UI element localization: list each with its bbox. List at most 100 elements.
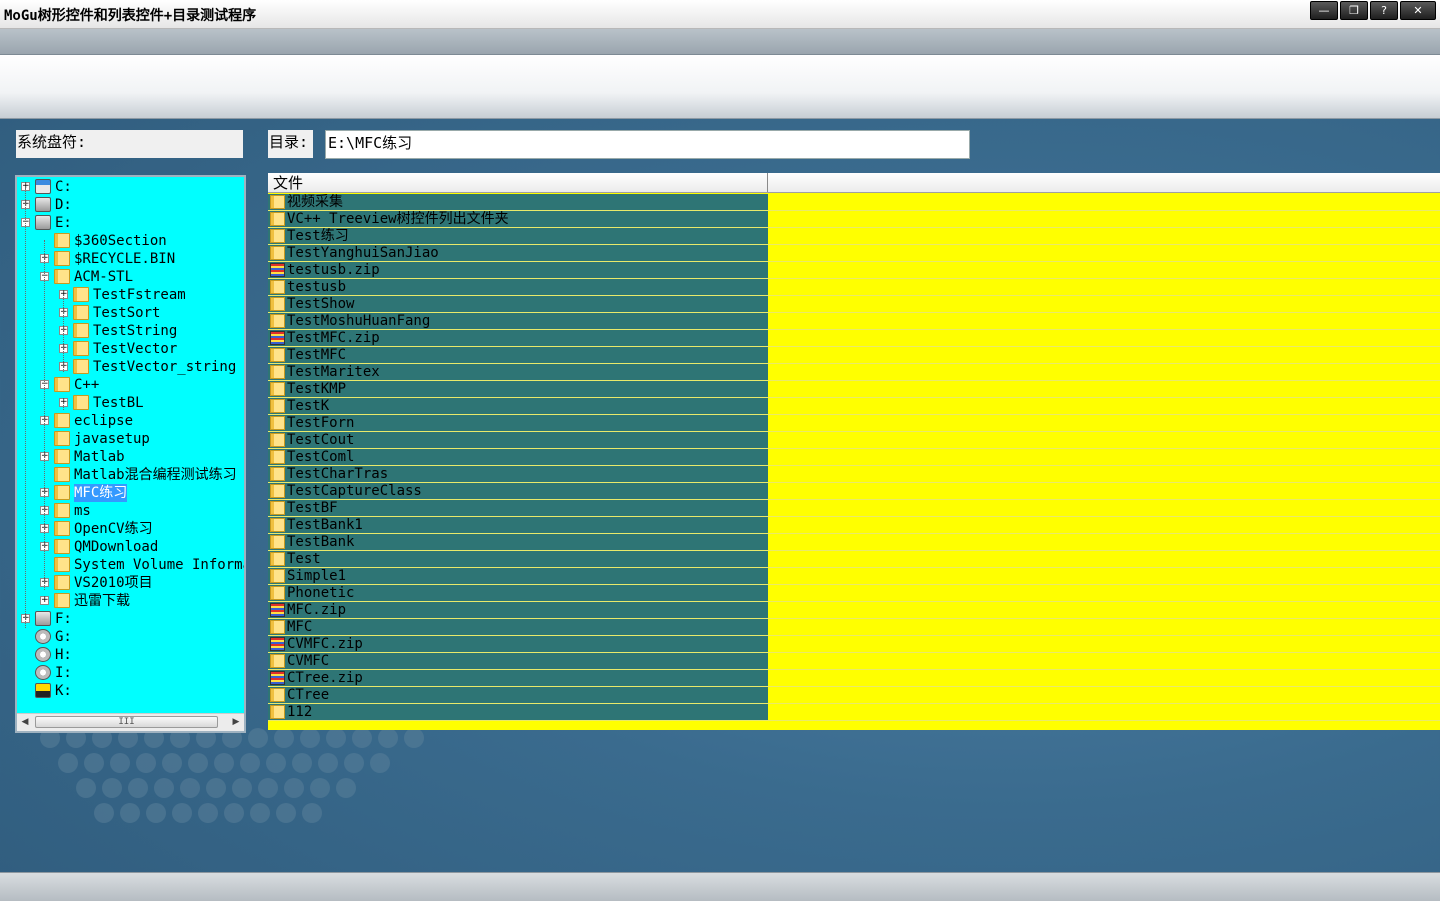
tree-item[interactable]: I: bbox=[17, 664, 244, 682]
tree-item[interactable]: + TestVector_string bbox=[17, 358, 244, 376]
list-item[interactable]: CVMFC bbox=[268, 653, 1440, 670]
expand-icon[interactable]: + bbox=[40, 596, 49, 605]
decorative-dot bbox=[232, 778, 252, 798]
tree-item[interactable]: $360Section bbox=[17, 232, 244, 250]
list-item[interactable]: VC++ Treeview树控件列出文件夹 bbox=[268, 211, 1440, 228]
tree-item[interactable]: + TestVector bbox=[17, 340, 244, 358]
file-name-cell: CVMFC.zip bbox=[268, 636, 768, 652]
tree-item[interactable]: System Volume Information bbox=[17, 556, 244, 574]
list-item[interactable]: TestKMP bbox=[268, 381, 1440, 398]
list-item[interactable]: TestBF bbox=[268, 500, 1440, 517]
file-name: TestCout bbox=[287, 432, 355, 448]
scroll-left-arrow-icon[interactable]: ◀ bbox=[18, 715, 32, 729]
tree-item[interactable]: + VS2010项目 bbox=[17, 574, 244, 592]
list-item[interactable]: Test bbox=[268, 551, 1440, 568]
directory-input[interactable]: E:\MFC练习 bbox=[325, 130, 970, 159]
list-item[interactable]: TestK bbox=[268, 398, 1440, 415]
list-item[interactable]: CTree.zip bbox=[268, 670, 1440, 687]
list-item[interactable]: Test练习 bbox=[268, 228, 1440, 245]
list-item[interactable]: CTree bbox=[268, 687, 1440, 704]
tree-item[interactable]: + TestSort bbox=[17, 304, 244, 322]
close-button[interactable]: ✕ bbox=[1400, 1, 1436, 20]
file-name-cell: CTree.zip bbox=[268, 670, 768, 686]
list-item[interactable]: testusb.zip bbox=[268, 262, 1440, 279]
list-item[interactable]: TestMaritex bbox=[268, 364, 1440, 381]
tree-item[interactable]: + 迅雷下载 bbox=[17, 592, 244, 610]
tree-item-label: TestFstream bbox=[93, 287, 186, 303]
cd-drive-icon bbox=[35, 629, 51, 644]
tree-item[interactable]: + C: bbox=[17, 178, 244, 196]
list-item[interactable]: TestCharTras bbox=[268, 466, 1440, 483]
tree-item[interactable]: + QMDownload bbox=[17, 538, 244, 556]
list-item[interactable]: TestYanghuiSanJiao bbox=[268, 245, 1440, 262]
tree-item[interactable]: + MFC练习 bbox=[17, 484, 244, 502]
file-name: TestMFC bbox=[287, 347, 347, 363]
tree-item-label: Matlab混合编程测试练习 bbox=[74, 467, 237, 483]
file-name-cell: TestMFC.zip bbox=[268, 330, 768, 346]
tree-item[interactable]: + TestString bbox=[17, 322, 244, 340]
list-item[interactable]: 112 bbox=[268, 704, 1440, 721]
list-item[interactable]: TestBank1 bbox=[268, 517, 1440, 534]
list-item[interactable]: CVMFC.zip bbox=[268, 636, 1440, 653]
list-item[interactable]: TestForn bbox=[268, 415, 1440, 432]
list-item[interactable]: MFC.zip bbox=[268, 602, 1440, 619]
folder-tree[interactable]: + C: + D: − E: $360Section + $RECYCLE.BIN − ACM-ST… bbox=[15, 175, 246, 733]
list-item[interactable]: TestShow bbox=[268, 296, 1440, 313]
file-name-cell: TestMoshuHuanFang bbox=[268, 313, 768, 329]
tree-item[interactable]: + eclipse bbox=[17, 412, 244, 430]
tree-item[interactable]: K: bbox=[17, 682, 244, 700]
list-item[interactable]: TestComl bbox=[268, 449, 1440, 466]
tree-item[interactable]: − C++ bbox=[17, 376, 244, 394]
list-item[interactable]: TestMoshuHuanFang bbox=[268, 313, 1440, 330]
tree-item[interactable]: − E: bbox=[17, 214, 244, 232]
list-item[interactable]: TestCaptureClass bbox=[268, 483, 1440, 500]
tree-item[interactable]: Matlab混合编程测试练习 bbox=[17, 466, 244, 484]
tree-horizontal-scrollbar[interactable]: ◀ III ▶ bbox=[17, 713, 244, 731]
folder-icon bbox=[270, 195, 285, 209]
tree-item-label: C++ bbox=[74, 377, 100, 393]
tree-item[interactable]: H: bbox=[17, 646, 244, 664]
list-item[interactable]: 视频采集 bbox=[268, 194, 1440, 211]
list-item[interactable]: TestMFC bbox=[268, 347, 1440, 364]
list-item[interactable]: MFC bbox=[268, 619, 1440, 636]
list-header: 文件 bbox=[268, 173, 1440, 193]
file-name-cell: MFC bbox=[268, 619, 768, 635]
tree-item[interactable]: + TestFstream bbox=[17, 286, 244, 304]
tree-item[interactable]: + TestBL bbox=[17, 394, 244, 412]
list-rows: 视频采集 VC++ Treeview树控件列出文件夹 Test练习 TestYangh… bbox=[268, 194, 1440, 721]
usb-drive-icon bbox=[35, 683, 51, 698]
tree-item[interactable]: + F: bbox=[17, 610, 244, 628]
list-item[interactable]: Simple1 bbox=[268, 568, 1440, 585]
tree-item[interactable]: + Matlab bbox=[17, 448, 244, 466]
tree-item[interactable]: + D: bbox=[17, 196, 244, 214]
file-name: TestBank bbox=[287, 534, 355, 550]
folder-icon bbox=[270, 501, 285, 515]
minimize-button[interactable]: — bbox=[1310, 1, 1338, 20]
restore-button[interactable]: ❐ bbox=[1340, 1, 1368, 20]
menu-band bbox=[0, 29, 1440, 55]
decorative-dot bbox=[378, 728, 398, 748]
help-button[interactable]: ? bbox=[1370, 1, 1398, 20]
list-item[interactable]: testusb bbox=[268, 279, 1440, 296]
folder-icon bbox=[270, 552, 285, 566]
tree-item[interactable]: javasetup bbox=[17, 430, 244, 448]
list-item[interactable]: TestBank bbox=[268, 534, 1440, 551]
file-name: TestMaritex bbox=[287, 364, 380, 380]
file-list[interactable]: 文件 视频采集 VC++ Treeview树控件列出文件夹 Test练习 TestYa… bbox=[268, 173, 1440, 730]
tree-item[interactable]: G: bbox=[17, 628, 244, 646]
title-bar: MoGu树形控件和列表控件+目录测试程序 — ❐ ? ✕ bbox=[0, 0, 1440, 29]
scrollbar-thumb[interactable]: III bbox=[35, 716, 218, 728]
folder-icon bbox=[270, 535, 285, 549]
scroll-right-arrow-icon[interactable]: ▶ bbox=[229, 715, 243, 729]
list-item[interactable]: Phonetic bbox=[268, 585, 1440, 602]
list-item[interactable]: TestMFC.zip bbox=[268, 330, 1440, 347]
folder-icon bbox=[270, 382, 285, 396]
drive-icon bbox=[35, 611, 51, 626]
tree-item[interactable]: + $RECYCLE.BIN bbox=[17, 250, 244, 268]
tree-item[interactable]: + ms bbox=[17, 502, 244, 520]
tree-item[interactable]: − ACM-STL bbox=[17, 268, 244, 286]
tree-item[interactable]: + OpenCV练习 bbox=[17, 520, 244, 538]
folder-icon bbox=[270, 518, 285, 532]
column-header-file[interactable]: 文件 bbox=[268, 173, 768, 192]
list-item[interactable]: TestCout bbox=[268, 432, 1440, 449]
